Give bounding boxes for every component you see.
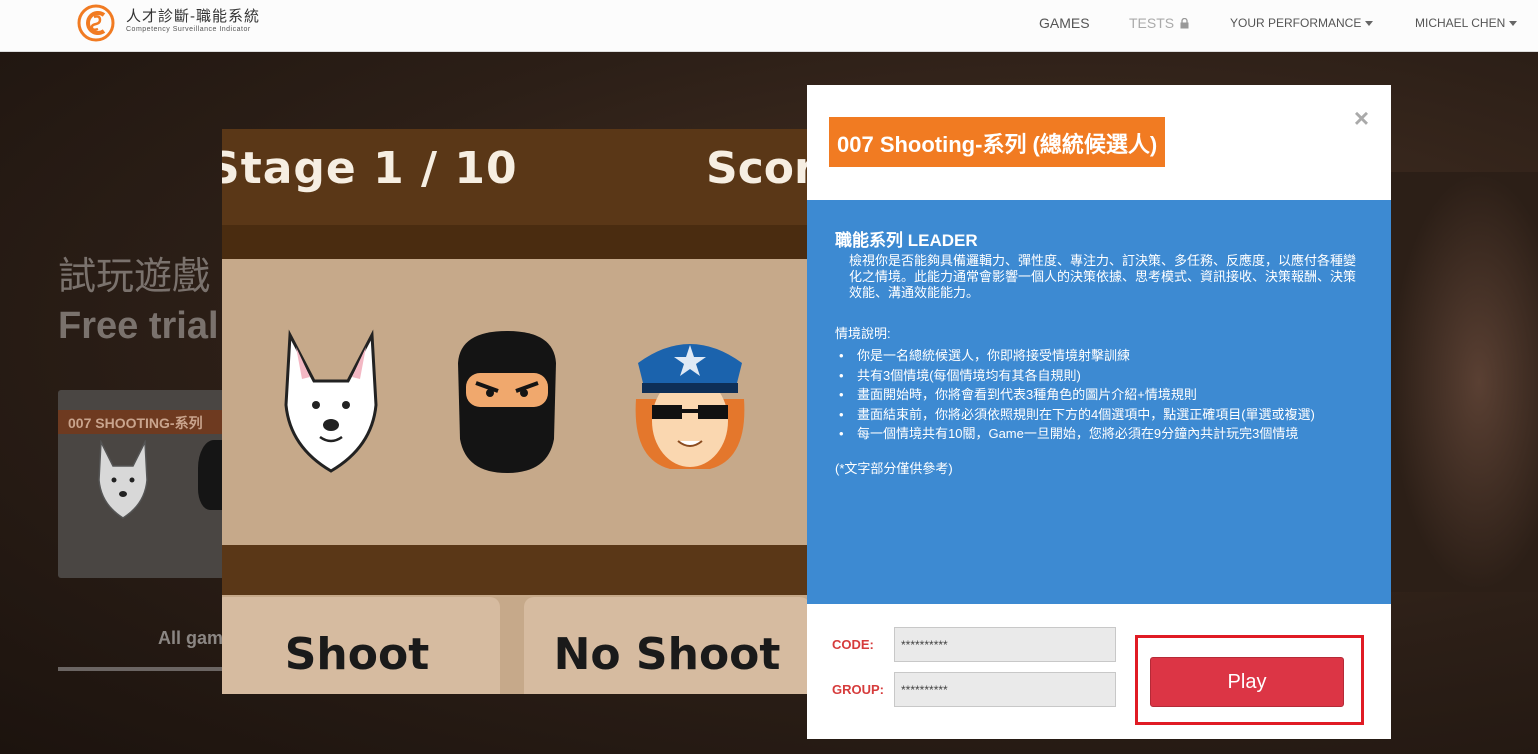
- nav-user-label: MICHAEL CHEN: [1415, 16, 1506, 30]
- disclaimer-note: (*文字部分僅供參考): [835, 460, 953, 476]
- scenario-item: 畫面結束前，你將必須依照規則在下方的4個選項中，點選正確項目(單選或複選): [835, 405, 1367, 425]
- game-stage-counter: Stage 1 / 10: [222, 143, 518, 194]
- competency-heading: 職能系列 LEADER: [835, 231, 978, 250]
- nav-performance-label: YOUR PERFORMANCE: [1230, 16, 1362, 30]
- police-character-icon: [635, 344, 745, 469]
- lock-icon: [1180, 17, 1189, 29]
- game-divider-bar: [222, 545, 808, 595]
- group-input[interactable]: [894, 672, 1116, 707]
- csi-logo-icon[interactable]: [74, 3, 118, 43]
- game-preview: Stage 1 / 10 Score Shoot No Shoot: [222, 129, 808, 694]
- bg-card-label: 007 SHOOTING-系列: [58, 410, 228, 434]
- caret-down-icon: [1509, 21, 1518, 27]
- brand-title[interactable]: 人才診斷-職能系統: [126, 5, 260, 26]
- scenario-item: 共有3個情境(每個情境均有其各自規則): [835, 366, 1367, 386]
- scenario-item: 畫面開始時，你將會看到代表3種角色的圖片介紹+情境規則: [835, 385, 1367, 405]
- bg-heading-zh: 試玩遊戲: [58, 256, 211, 298]
- nav-tests-label: TESTS: [1129, 15, 1175, 31]
- game-no-shoot-button: No Shoot: [524, 597, 808, 694]
- ninja-character-icon: [458, 331, 556, 473]
- scenario-item: 你是一名總統候選人，你即將接受情境射擊訓練: [835, 346, 1367, 366]
- caret-down-icon: [1365, 21, 1374, 27]
- wolf-icon: [98, 440, 148, 519]
- scenario-label: 情境說明:: [835, 326, 891, 341]
- nav-user-menu[interactable]: MICHAEL CHEN: [1415, 16, 1518, 30]
- bg-heading-en: Free trial: [58, 305, 219, 347]
- nav-tests[interactable]: TESTS: [1129, 15, 1189, 31]
- scenario-item: 每一個情境共有10關，Game一旦開始，您將必須在9分鐘內共計玩完3個情境: [835, 424, 1367, 444]
- game-shoot-button: Shoot: [222, 597, 500, 694]
- game-score-label: Score: [706, 143, 808, 194]
- brand-subtitle: Competency Surveillance Indicator: [126, 26, 251, 33]
- nav-games[interactable]: GAMES: [1039, 15, 1090, 31]
- game-info-modal: × 007 Shooting-系列 (總統候選人) 職能系列 LEADER 檢視…: [807, 85, 1391, 739]
- game-header-band: [222, 225, 808, 259]
- bg-game-card: 007 SHOOTING-系列: [58, 390, 228, 578]
- scenario-list: 你是一名總統候選人，你即將接受情境射擊訓練 共有3個情境(每個情境均有其各自規則…: [835, 346, 1367, 444]
- modal-description-panel: 職能系列 LEADER 檢視你是否能夠具備邏輯力、彈性度、專注力、訂決策、多任務…: [807, 200, 1391, 604]
- code-input[interactable]: [894, 627, 1116, 662]
- navbar: 人才診斷-職能系統 Competency Surveillance Indica…: [0, 0, 1538, 52]
- close-icon[interactable]: ×: [1354, 103, 1369, 134]
- bg-tab-underline: [58, 667, 228, 671]
- nav-your-performance[interactable]: YOUR PERFORMANCE: [1230, 16, 1374, 30]
- code-label: CODE:: [832, 637, 874, 652]
- backdrop-glow: [1390, 172, 1538, 592]
- group-label: GROUP:: [832, 682, 884, 697]
- play-button[interactable]: Play: [1150, 657, 1344, 707]
- modal-title: 007 Shooting-系列 (總統候選人): [829, 117, 1166, 167]
- wolf-character-icon: [284, 329, 378, 473]
- competency-description: 檢視你是否能夠具備邏輯力、彈性度、專注力、訂決策、多任務、反應度，以應付各種變化…: [849, 253, 1357, 300]
